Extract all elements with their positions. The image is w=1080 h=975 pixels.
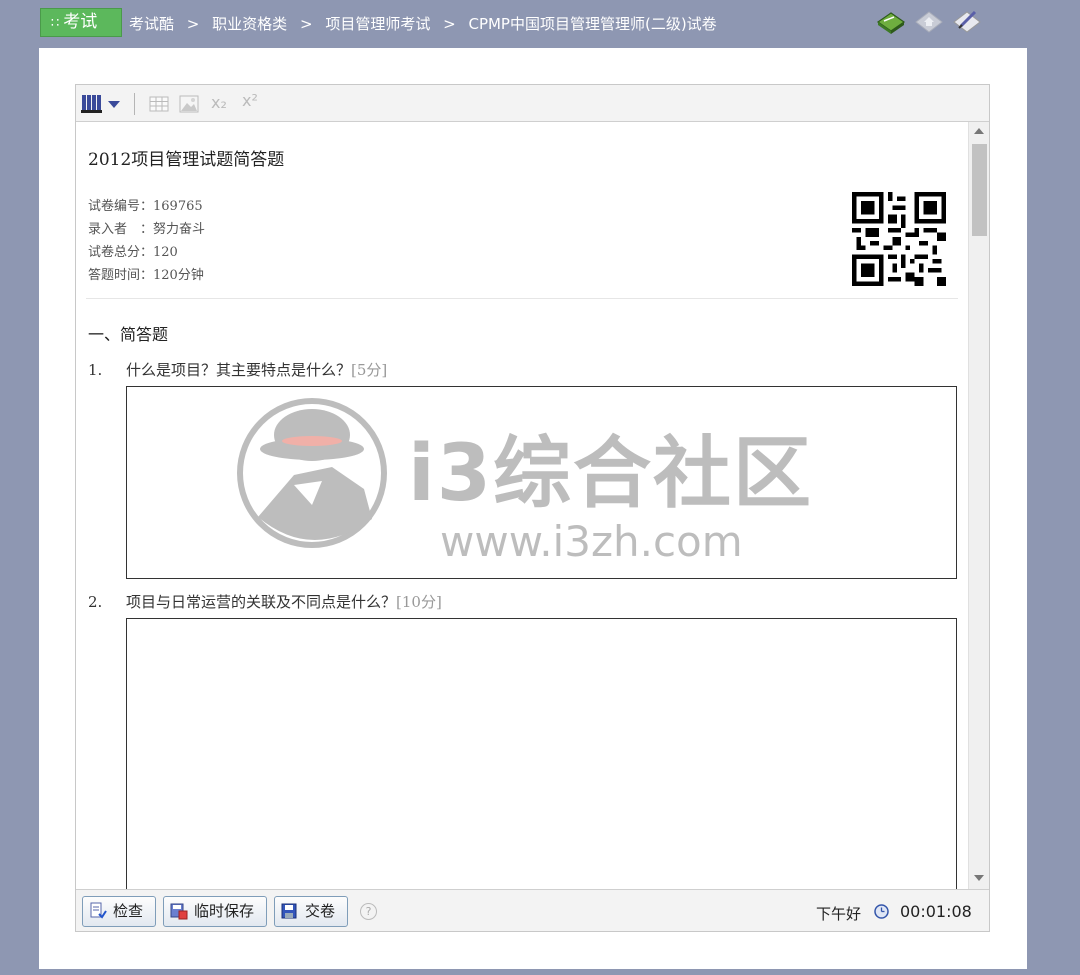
help-icon[interactable]: ? xyxy=(360,903,377,920)
dropdown-icon[interactable] xyxy=(108,101,120,109)
answer-input-2[interactable] xyxy=(126,618,957,889)
breadcrumb-home[interactable]: 考试酷 xyxy=(129,15,174,33)
question-number: 2. xyxy=(88,593,103,611)
exam-brand-button[interactable]: ∷ 考试 xyxy=(40,8,122,37)
paper-title: 2012项目管理试题简答题 xyxy=(88,150,285,170)
question-text: 什么是项目？其主要特点是什么？ xyxy=(126,361,352,379)
subscript-icon[interactable]: x₂ xyxy=(211,93,227,112)
breadcrumb-separator: > xyxy=(299,15,313,33)
check-icon xyxy=(90,902,107,919)
question-2: 2. 项目与日常运营的关联及不同点是什么？[10分] xyxy=(88,591,442,612)
greeting-text: 下午好 xyxy=(816,905,862,923)
home-icon[interactable] xyxy=(913,6,945,38)
submit-icon xyxy=(281,903,297,919)
paper-total-score: 试卷总分：120 xyxy=(88,245,178,260)
editor-toolbar: x₂ x² xyxy=(76,85,989,122)
check-label: 检查 xyxy=(113,902,144,920)
top-bar: ∷ 考试 考试酷 > 职业资格类 > 项目管理师考试 > CPMP中国项目管理管理… xyxy=(0,0,1080,44)
question-text: 项目与日常运营的关联及不同点是什么？ xyxy=(126,593,397,611)
scroll-thumb[interactable] xyxy=(972,144,987,236)
qr-code-icon xyxy=(852,192,946,286)
temp-save-button[interactable]: 临时保存 xyxy=(163,896,267,927)
breadcrumb-separator: > xyxy=(443,15,456,33)
question-score: [10分] xyxy=(396,593,442,611)
exam-content: 2012项目管理试题简答题 试卷编号：169765 录入者 ：努力奋斗 试卷总分… xyxy=(76,122,968,889)
bottom-action-bar: 检查 临时保存 交卷 ? 下午好 00:01:08 xyxy=(76,889,989,931)
check-button[interactable]: 检查 xyxy=(82,896,156,927)
question-number: 1. xyxy=(88,361,103,379)
save-icon xyxy=(170,903,188,920)
edit-icon[interactable] xyxy=(951,6,983,38)
superscript-icon[interactable]: x² xyxy=(242,91,258,110)
question-score: [5分] xyxy=(351,361,388,379)
answer-input-1[interactable] xyxy=(126,386,957,579)
library-icon[interactable] xyxy=(81,94,103,114)
countdown-timer: 00:01:08 xyxy=(900,902,972,921)
brand-label: 考试 xyxy=(63,12,98,32)
scroll-up-icon[interactable] xyxy=(974,128,984,134)
paper-duration: 答题时间：120分钟 xyxy=(88,268,204,283)
exam-editor: x₂ x² 2012项目管理试题简答题 试卷编号：169765 录入者 ：努力奋… xyxy=(75,84,990,932)
question-1: 1. 什么是项目？其主要特点是什么？[5分] xyxy=(88,359,387,380)
paper-meta: 试卷编号：169765 录入者 ：努力奋斗 试卷总分：120 答题时间：120分… xyxy=(88,195,205,287)
clock-icon xyxy=(874,904,889,919)
table-icon[interactable] xyxy=(149,96,169,112)
submit-label: 交卷 xyxy=(305,902,336,920)
book-icon[interactable] xyxy=(875,6,907,38)
top-icon-group xyxy=(875,6,983,38)
image-icon[interactable] xyxy=(179,95,199,113)
breadcrumb-separator: > xyxy=(186,15,200,33)
grid-icon: ∷ xyxy=(51,16,59,31)
scroll-down-icon[interactable] xyxy=(974,875,984,881)
vertical-scrollbar[interactable] xyxy=(968,122,989,889)
toolbar-separator xyxy=(134,93,135,115)
paper-number: 试卷编号：169765 xyxy=(88,199,203,214)
section-title: 一、简答题 xyxy=(88,325,169,344)
divider xyxy=(86,298,958,299)
breadcrumb-subcategory[interactable]: 项目管理师考试 xyxy=(325,15,430,33)
breadcrumb: 考试酷 > 职业资格类 > 项目管理师考试 > CPMP中国项目管理管理师(二级… xyxy=(129,13,721,34)
submit-button[interactable]: 交卷 xyxy=(274,896,348,927)
paper-author: 录入者 ：努力奋斗 xyxy=(88,222,206,237)
breadcrumb-category[interactable]: 职业资格类 xyxy=(212,15,287,33)
save-label: 临时保存 xyxy=(194,902,255,920)
breadcrumb-current[interactable]: CPMP中国项目管理管理师(二级)试卷 xyxy=(468,15,716,33)
